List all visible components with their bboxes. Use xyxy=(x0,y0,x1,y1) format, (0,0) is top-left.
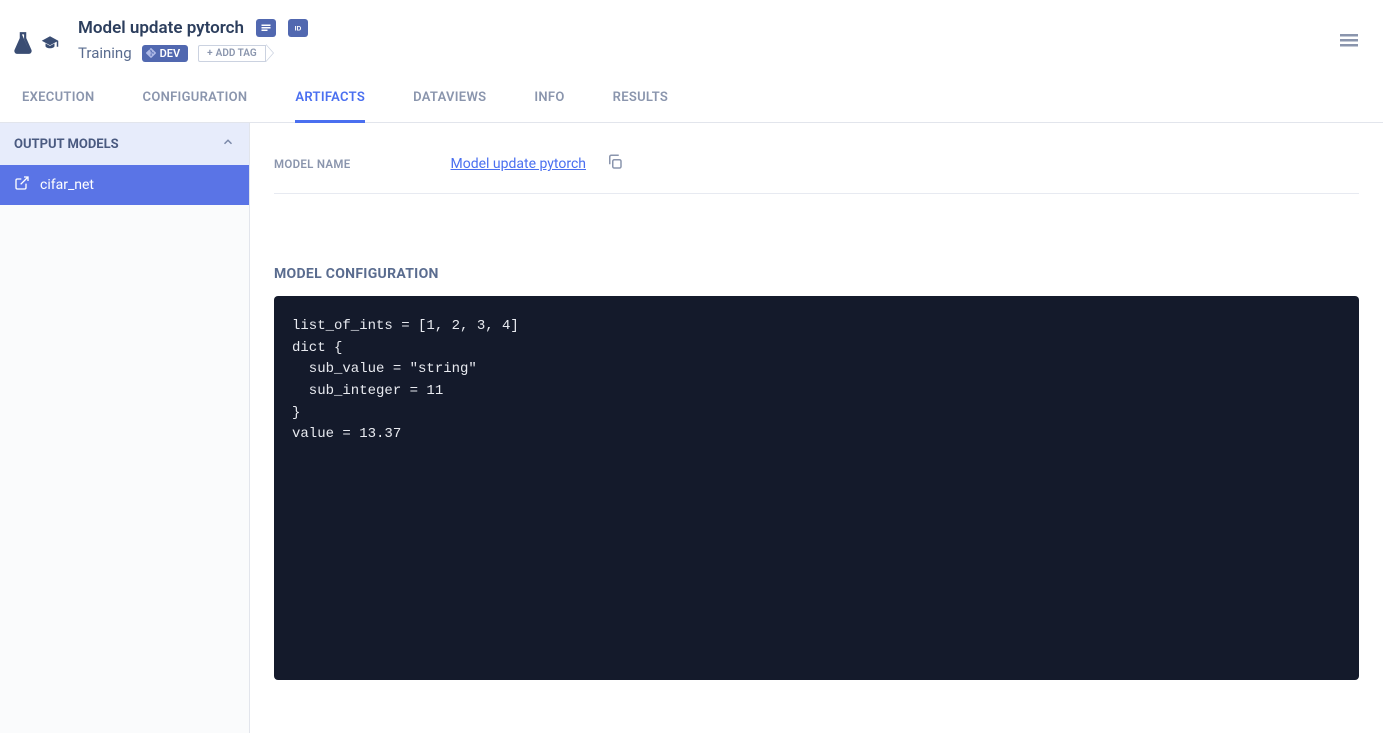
sidebar-item-label: cifar_net xyxy=(40,177,94,193)
flask-icon xyxy=(10,28,36,62)
dev-tag[interactable]: DEV xyxy=(142,45,189,62)
id-icon[interactable]: ID xyxy=(288,19,308,37)
external-link-icon xyxy=(14,175,30,195)
model-name-row: MODEL NAME Model update pytorch xyxy=(274,147,1359,194)
tab-dataviews[interactable]: DATAVIEWS xyxy=(413,75,486,123)
subtitle-row: Training DEV + ADD TAG xyxy=(78,44,308,62)
tab-execution[interactable]: EXECUTION xyxy=(22,75,95,123)
add-tag-label: ADD TAG xyxy=(216,48,257,59)
sidebar-section-label: OUTPUT MODELS xyxy=(14,137,119,152)
title-block: Model update pytorch ID Training DEV + A… xyxy=(78,18,308,62)
chevron-up-icon xyxy=(221,135,235,153)
page-header: Model update pytorch ID Training DEV + A… xyxy=(0,0,1383,75)
page-title: Model update pytorch xyxy=(78,18,244,38)
experiment-type-icon xyxy=(10,28,62,62)
dev-tag-label: DEV xyxy=(160,47,181,60)
description-icon[interactable] xyxy=(256,19,276,37)
model-configuration-title: MODEL CONFIGURATION xyxy=(274,266,1359,282)
copy-icon[interactable] xyxy=(606,153,624,175)
title-row: Model update pytorch ID xyxy=(78,18,308,38)
tabs-bar: EXECUTION CONFIGURATION ARTIFACTS DATAVI… xyxy=(0,75,1383,123)
body: OUTPUT MODELS cifar_net MODEL NAME Model… xyxy=(0,123,1383,733)
main-content: MODEL NAME Model update pytorch MODEL CO… xyxy=(250,123,1383,733)
tag-chevron-icon xyxy=(266,44,274,62)
tab-results[interactable]: RESULTS xyxy=(613,75,669,123)
model-configuration-code[interactable]: list_of_ints = [1, 2, 3, 4] dict { sub_v… xyxy=(274,296,1359,680)
menu-icon[interactable] xyxy=(1337,28,1361,56)
graduation-cap-icon xyxy=(38,34,62,56)
model-name-link[interactable]: Model update pytorch xyxy=(451,156,586,172)
svg-text:ID: ID xyxy=(295,26,302,33)
tab-configuration[interactable]: CONFIGURATION xyxy=(143,75,248,123)
task-type-label: Training xyxy=(78,44,132,62)
artifacts-sidebar: OUTPUT MODELS cifar_net xyxy=(0,123,250,733)
sidebar-section-output-models[interactable]: OUTPUT MODELS xyxy=(0,123,249,165)
plus-icon: + xyxy=(207,48,213,59)
tab-artifacts[interactable]: ARTIFACTS xyxy=(295,75,365,123)
sidebar-item-cifar-net[interactable]: cifar_net xyxy=(0,165,249,205)
add-tag-button[interactable]: + ADD TAG xyxy=(198,44,274,62)
model-name-label: MODEL NAME xyxy=(274,157,351,171)
tab-info[interactable]: INFO xyxy=(534,75,564,123)
model-name-value-wrap: Model update pytorch xyxy=(451,153,624,175)
git-icon xyxy=(145,47,157,62)
